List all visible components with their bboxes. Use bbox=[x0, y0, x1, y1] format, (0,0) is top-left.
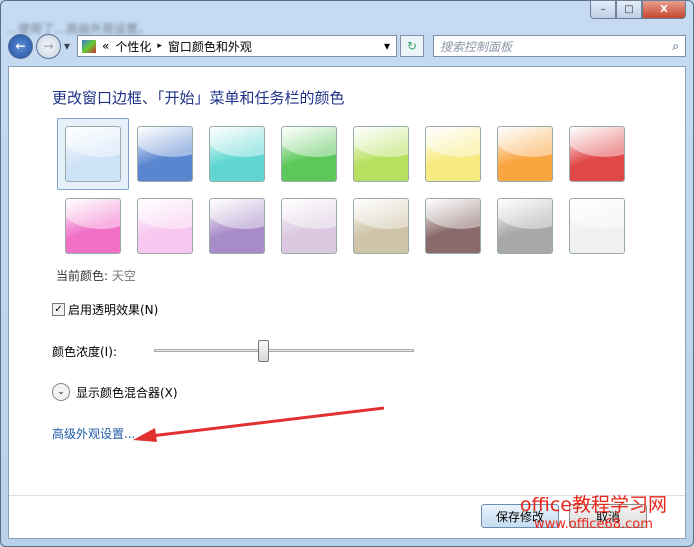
color-swatch-1[interactable] bbox=[65, 126, 121, 182]
refresh-button[interactable]: ↻ bbox=[400, 35, 425, 57]
watermark-url: www.office68.com bbox=[533, 517, 653, 532]
color-swatch-13[interactable] bbox=[353, 198, 409, 254]
watermark-title: office教程学习网 bbox=[519, 494, 667, 516]
page-title: 更改窗口边框、「开始」菜单和任务栏的颜色 bbox=[52, 89, 345, 107]
advanced-appearance-link[interactable]: 高级外观设置... bbox=[52, 425, 135, 442]
intensity-slider-thumb[interactable] bbox=[258, 340, 270, 362]
color-swatch-10[interactable] bbox=[137, 198, 193, 254]
content-pane: 更改窗口边框、「开始」菜单和任务栏的颜色 当前颜色: 天空 ✓ 启用透明效果(N… bbox=[8, 66, 686, 539]
checkbox-checked-icon[interactable]: ✓ bbox=[52, 303, 65, 316]
color-swatch-9[interactable] bbox=[65, 198, 121, 254]
color-swatch-11[interactable] bbox=[209, 198, 265, 254]
back-button[interactable]: ← bbox=[8, 33, 33, 59]
color-swatch-5[interactable] bbox=[353, 126, 409, 182]
color-swatch-3[interactable] bbox=[209, 126, 265, 182]
chevron-down-icon[interactable]: ⌄ bbox=[52, 383, 70, 401]
transparency-label: 启用透明效果(N) bbox=[68, 303, 159, 317]
color-swatch-6[interactable] bbox=[425, 126, 481, 182]
color-mixer-label: 显示颜色混合器(X) bbox=[76, 385, 178, 400]
color-swatch-4[interactable] bbox=[281, 126, 337, 182]
window-controls: – □ X bbox=[590, 0, 686, 19]
current-color: 当前颜色: 天空 bbox=[56, 267, 136, 284]
breadcrumb-prefix[interactable]: « bbox=[102, 39, 109, 53]
breadcrumb-separator-icon[interactable]: ▸ bbox=[157, 41, 162, 51]
navigation-bar: ← → ▾ « 个性化 ▸ 窗口颜色和外观 ▾ ↻ 搜索控制面板 ⌕ bbox=[8, 33, 686, 59]
close-button[interactable]: X bbox=[642, 0, 686, 19]
color-swatch-14[interactable] bbox=[425, 198, 481, 254]
transparency-checkbox[interactable]: ✓ 启用透明效果(N) bbox=[52, 301, 158, 318]
color-swatch-15[interactable] bbox=[497, 198, 553, 254]
current-color-value: 天空 bbox=[111, 269, 136, 283]
address-bar[interactable]: « 个性化 ▸ 窗口颜色和外观 ▾ bbox=[77, 35, 398, 57]
intensity-slider[interactable] bbox=[154, 349, 414, 352]
control-panel-icon bbox=[82, 39, 97, 53]
color-mixer-toggle[interactable]: ⌄ 显示颜色混合器(X) bbox=[52, 383, 178, 401]
color-swatch-16[interactable] bbox=[569, 198, 625, 254]
red-arrow-annotation bbox=[133, 406, 385, 442]
color-swatch-2[interactable] bbox=[137, 126, 193, 182]
current-color-label: 当前颜色: bbox=[56, 269, 109, 283]
intensity-label: 颜色浓度(I): bbox=[52, 345, 117, 359]
search-input[interactable]: 搜索控制面板 ⌕ bbox=[433, 35, 686, 57]
history-dropdown-icon[interactable]: ▾ bbox=[64, 39, 70, 53]
color-swatch-8[interactable] bbox=[569, 126, 625, 182]
forward-button[interactable]: → bbox=[36, 33, 61, 59]
breadcrumb-personalization[interactable]: 个性化 bbox=[115, 38, 151, 55]
search-placeholder: 搜索控制面板 bbox=[440, 39, 513, 54]
maximize-button[interactable]: □ bbox=[616, 0, 642, 19]
address-dropdown-icon[interactable]: ▾ bbox=[384, 39, 396, 53]
minimize-button[interactable]: – bbox=[590, 0, 616, 19]
color-swatch-7[interactable] bbox=[497, 126, 553, 182]
watermark: office教程学习网 www.office68.com bbox=[520, 490, 667, 532]
search-icon[interactable]: ⌕ bbox=[672, 39, 679, 54]
color-swatch-12[interactable] bbox=[281, 198, 337, 254]
breadcrumb-window-color[interactable]: 窗口颜色和外观 bbox=[168, 38, 252, 55]
